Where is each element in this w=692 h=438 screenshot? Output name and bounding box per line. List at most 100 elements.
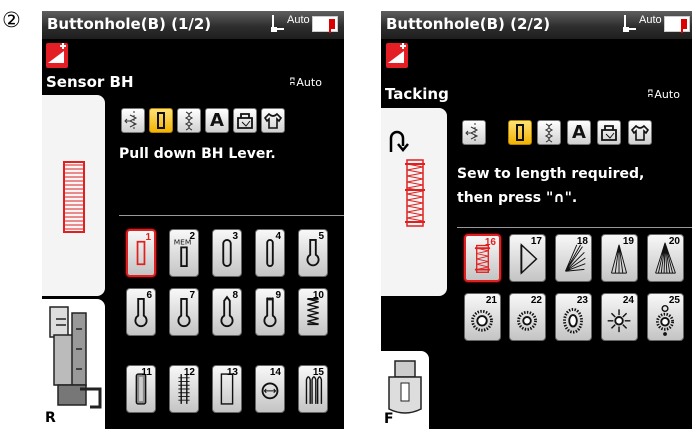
pattern-number: 10 [312,290,324,301]
pattern-number: 25 [668,295,680,306]
pattern-number: 13 [226,367,238,378]
pattern-number: 18 [576,236,588,247]
tension-auto-label: Auto [639,14,662,26]
pattern-number: 20 [668,236,680,247]
tension-icon [623,15,636,32]
pattern-number: 14 [269,367,281,378]
bobbin-icon [664,16,690,33]
buttonhole-preview-icon [63,161,85,233]
pattern-button-24[interactable]: 24 [601,293,638,341]
pattern-button-2[interactable]: MEM 2 [169,229,199,277]
tie-off-icon [124,111,138,130]
presser-foot-panel: R [42,299,105,429]
pattern-button-6[interactable]: 6 [126,288,156,336]
pattern-number: 3 [232,231,238,242]
pattern-button-5[interactable]: 5 [298,229,328,277]
shirt-icon [630,124,650,141]
letter-a-icon: A [210,110,224,131]
presser-auto-label: ʭAuto [648,87,680,102]
pattern-number: 23 [576,295,588,306]
tacking-preview-icon [389,130,425,227]
pattern-number: 6 [146,290,152,301]
needle-position-button[interactable] [46,43,68,68]
needle-plus-icon [48,43,66,63]
screen-buttonhole-2: Buttonhole(B) (2/2) Auto Tacking ʭAuto F… [381,11,692,429]
tie-off-button[interactable] [121,108,145,133]
pattern-number: 16 [484,237,496,248]
letter-category-button[interactable]: A [205,108,229,133]
pattern-button-1[interactable]: 1 [126,229,156,277]
instruction-message: Pull down BH Lever. [119,146,276,162]
pattern-button-20[interactable]: 20 [647,234,684,282]
quilt-category-button[interactable] [597,120,621,145]
stitch-preview-panel [381,108,447,296]
pattern-button-18[interactable]: 18 [555,234,592,282]
pattern-button-21[interactable]: 21 [464,293,501,341]
letter-a-icon: A [572,122,586,143]
pattern-button-13[interactable]: 13 [212,365,242,413]
pattern-number: 5 [318,231,324,242]
pattern-button-17[interactable]: 17 [509,234,546,282]
stitch-preview-panel [42,95,105,296]
message-press-text: then press [457,190,542,206]
screen-title: Buttonhole(B) (2/2) [386,15,551,33]
pattern-button-11[interactable]: 11 [126,365,156,413]
pattern-button-3[interactable]: 3 [212,229,242,277]
divider [457,227,692,228]
pattern-button-12[interactable]: 12 [169,365,199,413]
pattern-button-10[interactable]: 10 [298,288,328,336]
pattern-number: 2 [189,231,195,242]
quilt-category-button[interactable] [233,108,257,133]
instruction-message: Sew to length required, then press "∩". [457,162,644,210]
decorative-category-button[interactable] [537,120,561,145]
foot-letter: F [384,411,394,427]
buttonhole-category-button[interactable] [508,120,532,145]
thread-tension-indicator: Auto [622,13,668,35]
pattern-number: 11 [141,367,152,378]
presser-foot-icon: ʭ [290,75,296,90]
pattern-number: 9 [275,290,281,301]
screen-buttonhole-1: Buttonhole(B) (1/2) Auto Sensor BH ʭAuto [42,11,344,429]
tie-off-button[interactable] [462,120,486,145]
tie-off-icon [465,123,479,142]
pattern-button-23[interactable]: 23 [555,293,592,341]
utility-category-button[interactable] [628,120,652,145]
pattern-number: 22 [530,295,542,306]
mode-label: Sensor BH [46,73,134,91]
message-line-2: then press "∩". [457,186,644,210]
pattern-number: 7 [189,290,195,301]
pattern-number: 17 [530,236,542,247]
title-bar: Buttonhole(B) (2/2) Auto [381,11,692,39]
buttonhole-icon [157,112,165,129]
needle-position-button[interactable] [386,43,408,68]
decorative-icon [184,111,194,131]
pattern-button-19[interactable]: 19 [601,234,638,282]
pattern-number: 8 [232,290,238,301]
tension-icon [271,15,284,32]
pattern-button-4[interactable]: 4 [255,229,285,277]
pattern-button-14[interactable]: 14 [255,365,285,413]
pattern-number: 21 [485,295,497,306]
step-marker: ② [2,8,21,32]
needle-plus-icon [388,43,406,63]
stop-key-icon: "∩". [545,190,578,206]
utility-category-button[interactable] [261,108,285,133]
pattern-number: 12 [183,367,195,378]
pattern-button-9[interactable]: 9 [255,288,285,336]
decorative-category-button[interactable] [177,108,201,133]
shirt-icon [263,112,283,129]
message-line-1: Sew to length required, [457,166,645,182]
letter-category-button[interactable]: A [567,120,591,145]
pattern-button-25[interactable]: 25 [647,293,684,341]
pattern-button-22[interactable]: 22 [509,293,546,341]
pattern-button-15[interactable]: 15 [298,365,328,413]
buttonhole-icon [516,124,524,141]
pattern-button-7[interactable]: 7 [169,288,199,336]
bobbin-icon [312,16,338,33]
pattern-number: 4 [275,231,281,242]
mode-label: Tacking [385,85,449,103]
pattern-button-16[interactable]: 16 [464,234,501,282]
buttonhole-category-button[interactable] [149,108,173,133]
pattern-button-8[interactable]: 8 [212,288,242,336]
pattern-number: 24 [622,295,634,306]
